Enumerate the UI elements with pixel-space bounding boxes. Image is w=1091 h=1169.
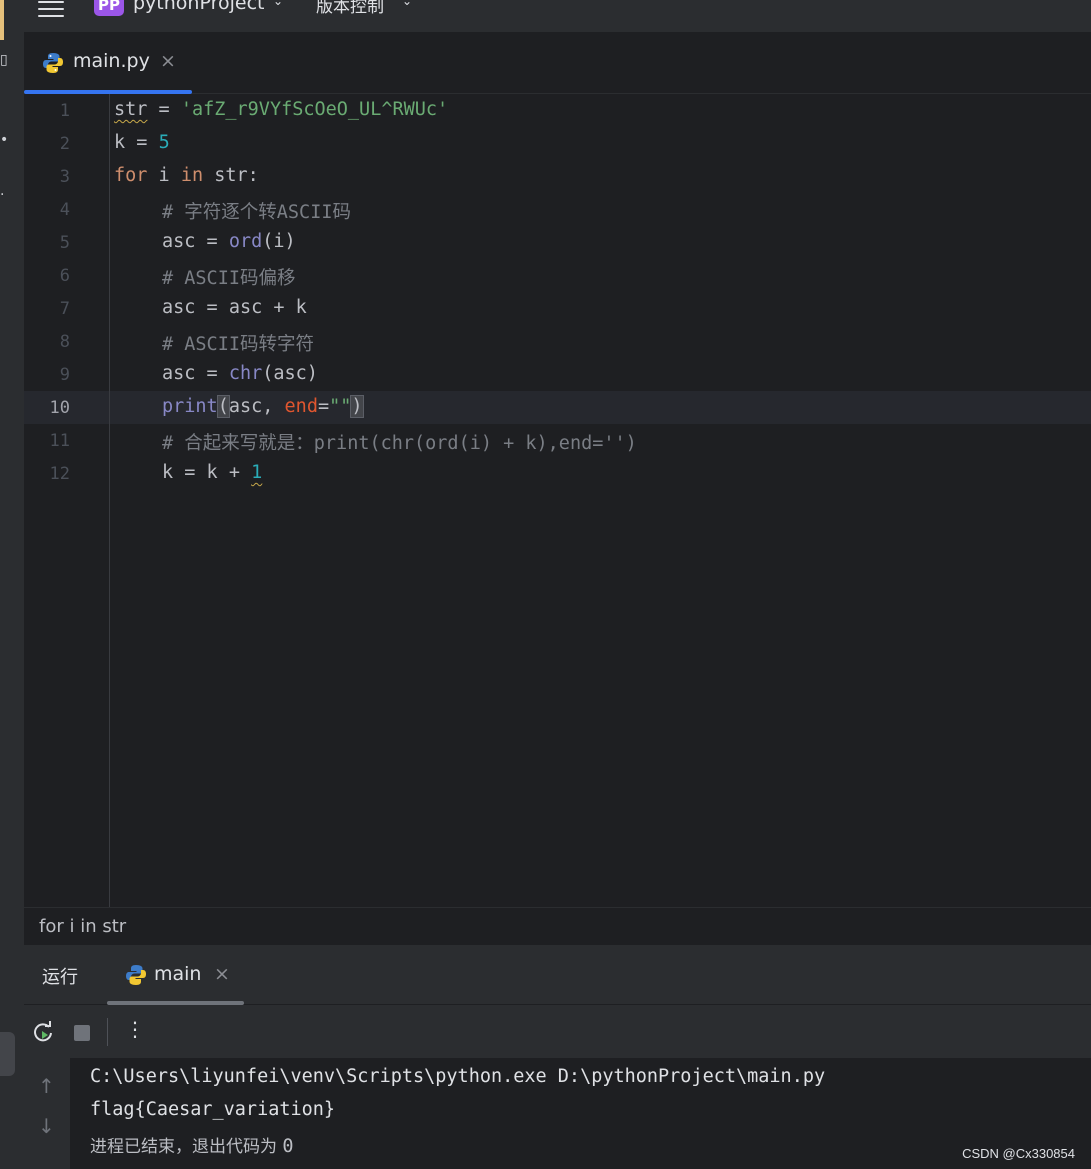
- main-menu-icon[interactable]: [38, 1, 64, 19]
- commit-tool-icon[interactable]: •: [0, 132, 8, 148]
- line-number-gutter: 1 2 3 4 5 6 7 8 9 10 11 12: [24, 94, 110, 907]
- line-number: 4: [59, 200, 70, 220]
- matched-bracket: ): [350, 395, 364, 418]
- code-line-1: str = 'afZ_r9VYfScOeO_UL^RWUc': [114, 99, 448, 120]
- toolbar-divider: [107, 1018, 108, 1046]
- watermark: CSDN @Cx330854: [962, 1146, 1075, 1161]
- code-token: k: [114, 132, 126, 153]
- left-tool-strip: ▯ • ·: [0, 0, 24, 1169]
- code-token: k = k +: [162, 462, 252, 483]
- project-name[interactable]: pythonProject: [133, 0, 264, 14]
- python-file-icon: [43, 53, 63, 73]
- exit-code: 0: [282, 1136, 294, 1157]
- code-line-11: # 合起来写就是：print(chr(ord(i) + k),end=''): [162, 433, 637, 454]
- project-tool-icon[interactable]: ▯: [0, 52, 8, 68]
- breadcrumb-item[interactable]: for i in str: [39, 916, 126, 937]
- run-tool-window: 运行 main × ⋮ ↑ ↓ C:\Users\liyunfei\venv\S…: [24, 945, 1091, 1169]
- code-token: =: [147, 99, 181, 120]
- line-number: 2: [59, 134, 70, 154]
- matched-bracket: (: [216, 395, 230, 418]
- line-number: 12: [49, 464, 70, 484]
- stop-icon[interactable]: [74, 1025, 90, 1041]
- console-side-toolbar: ↑ ↓: [24, 1058, 70, 1169]
- code-line-12: k = k + 1: [162, 462, 262, 483]
- code-token: asc,: [228, 396, 285, 417]
- exit-text: 进程已结束，退出代码为: [90, 1137, 283, 1157]
- string-literal: "": [329, 396, 352, 417]
- line-number: 5: [59, 233, 70, 253]
- breadcrumb[interactable]: for i in str: [24, 907, 1091, 945]
- code-token: i: [147, 165, 181, 186]
- run-toolbar: ⋮: [24, 1006, 1091, 1058]
- number-literal: 5: [158, 132, 170, 153]
- console-output[interactable]: C:\Users\liyunfei\venv\Scripts\python.ex…: [70, 1058, 1091, 1169]
- builtin-function: chr: [228, 363, 263, 384]
- line-number: 7: [59, 299, 70, 319]
- chevron-down-icon[interactable]: ⌄: [273, 0, 283, 8]
- builtin-function: print: [162, 396, 218, 417]
- keyword-argument: end: [284, 396, 318, 417]
- keyword: for: [114, 165, 148, 186]
- tab-main-py[interactable]: main.py ×: [24, 32, 192, 94]
- close-icon[interactable]: ×: [214, 963, 230, 985]
- console-line: C:\Users\liyunfei\venv\Scripts\python.ex…: [90, 1066, 826, 1087]
- run-tool-icon[interactable]: [0, 1032, 15, 1076]
- more-options-icon[interactable]: ⋮: [125, 1017, 145, 1041]
- close-icon[interactable]: ×: [160, 50, 176, 72]
- line-number: 8: [59, 332, 70, 352]
- code-editor[interactable]: 1 2 3 4 5 6 7 8 9 10 11 12 str = 'afZ_r9…: [24, 94, 1091, 907]
- line-number: 11: [49, 431, 70, 451]
- title-bar: PP pythonProject ⌄ 版本控制 ⌄: [0, 0, 1091, 32]
- code-token: str: [114, 99, 148, 120]
- editor-tab-bar: main.py ×: [24, 32, 1091, 94]
- run-tab-main[interactable]: main: [154, 963, 201, 985]
- string-literal: 'afZ_r9VYfScOeO_UL^RWUc': [180, 99, 449, 120]
- line-number: 3: [59, 167, 70, 187]
- structure-tool-icon[interactable]: ·: [0, 187, 4, 203]
- code-token: str:: [203, 165, 259, 186]
- python-file-icon: [126, 965, 146, 985]
- line-number: 9: [59, 365, 70, 385]
- code-line-7: asc = asc + k: [162, 297, 307, 318]
- console-line: flag{Caesar_variation}: [90, 1099, 336, 1120]
- console-exit-line: 进程已结束，退出代码为 0: [90, 1132, 294, 1157]
- rerun-icon[interactable]: [32, 1021, 54, 1043]
- code-line-4: # 字符逐个转ASCII码: [162, 202, 351, 223]
- code-token: asc =: [162, 363, 229, 384]
- code-token: asc =: [162, 231, 229, 252]
- active-run-tab-indicator: [107, 1001, 244, 1005]
- code-line-2: k = 5: [114, 132, 170, 153]
- scroll-up-icon[interactable]: ↑: [38, 1074, 55, 1098]
- code-token: =: [125, 132, 159, 153]
- code-line-8: # ASCII码转字符: [162, 334, 314, 355]
- run-panel-title: 运行: [42, 967, 78, 988]
- line-number: 6: [59, 266, 70, 286]
- project-badge[interactable]: PP: [94, 0, 124, 16]
- scroll-down-icon[interactable]: ↓: [38, 1114, 55, 1138]
- code-line-3: for i in str:: [114, 165, 259, 186]
- keyword: in: [180, 165, 204, 186]
- code-token: =: [317, 396, 330, 417]
- run-panel-header: 运行 main ×: [24, 945, 1091, 1005]
- code-token: (i): [262, 231, 296, 252]
- code-line-10: print(asc, end=""): [162, 395, 364, 418]
- strip-marker: [0, 0, 4, 40]
- tab-label: main.py: [73, 50, 150, 72]
- line-number: 1: [59, 101, 70, 121]
- code-token: (asc): [262, 363, 318, 384]
- code-line-5: asc = ord(i): [162, 231, 296, 252]
- line-number-current: 10: [49, 398, 70, 418]
- builtin-function: ord: [228, 231, 263, 252]
- chevron-down-icon[interactable]: ⌄: [402, 0, 412, 8]
- number-literal: 1: [251, 462, 263, 483]
- vcs-menu[interactable]: 版本控制: [316, 0, 384, 17]
- code-line-6: # ASCII码偏移: [162, 268, 296, 289]
- code-line-9: asc = chr(asc): [162, 363, 318, 384]
